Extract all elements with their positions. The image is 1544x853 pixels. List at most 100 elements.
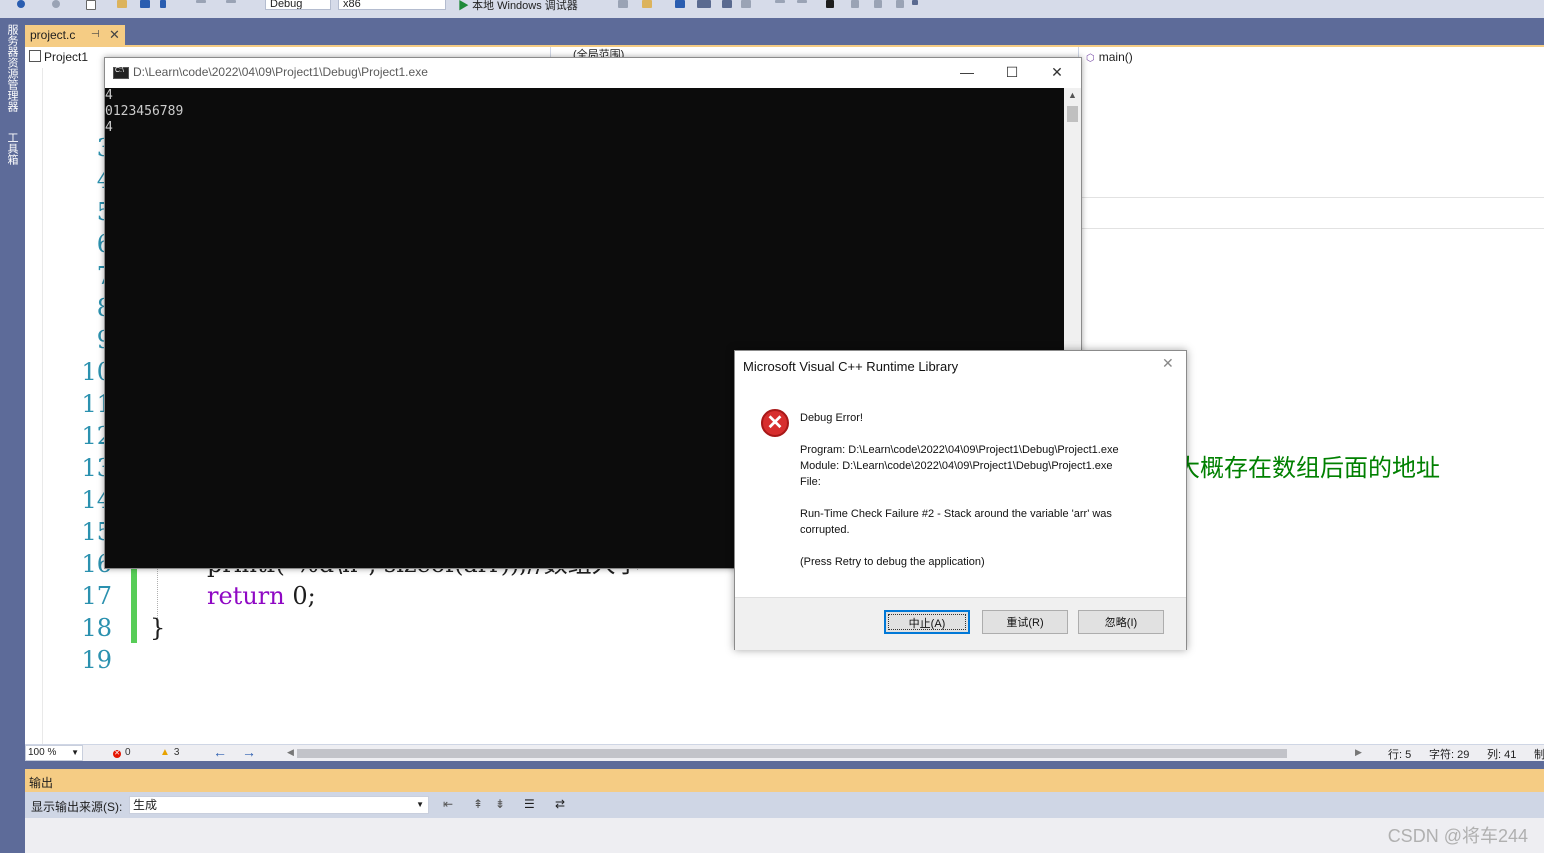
word-wrap-icon[interactable]: ⇄ [555, 797, 565, 811]
indent-icon[interactable] [797, 0, 807, 3]
maximize-icon[interactable]: ☐ [990, 61, 1034, 83]
panel-separator [25, 761, 1544, 769]
dialog-file: File: [800, 476, 821, 488]
output-source-select[interactable]: 生成 ▼ [129, 796, 429, 814]
previous-message-icon[interactable]: ⇞ [473, 797, 483, 811]
save-icon[interactable] [140, 0, 150, 8]
dialog-close-icon[interactable]: ✕ [1162, 355, 1174, 372]
code-comment-fragment: 大概存在数组后面的地址 [1176, 454, 1440, 482]
save-all-icon[interactable] [160, 0, 166, 8]
output-panel-header[interactable]: 输出 [25, 769, 1544, 792]
step-icon[interactable] [697, 0, 711, 8]
bookmark-next-icon[interactable] [874, 0, 882, 8]
chevron-down-icon: ▼ [416, 800, 424, 809]
next-message-icon[interactable]: ⇟ [495, 797, 505, 811]
config-value: Debug [270, 0, 303, 10]
status-tab-mode: 制 [1534, 749, 1544, 761]
back-icon[interactable] [17, 0, 25, 8]
document-tab-row [25, 18, 1544, 45]
warning-count[interactable]: ▲ 3 [160, 747, 179, 758]
change-marker [131, 561, 137, 643]
dialog-hint: (Press Retry to debug the application) [800, 556, 985, 568]
open-folder-icon[interactable] [117, 0, 127, 8]
server-explorer-tab[interactable]: 服务器资源管理器 [4, 24, 20, 112]
find-icon[interactable] [642, 0, 652, 8]
runtime-error-dialog[interactable]: Microsoft Visual C++ Runtime Library ✕ ✕… [734, 350, 1187, 650]
function-dropdown[interactable]: ⬡ main() [1086, 50, 1133, 64]
navigate-forward-icon[interactable]: → [242, 744, 256, 760]
scroll-thumb[interactable] [1067, 106, 1078, 122]
close-tab-icon[interactable]: ✕ [109, 27, 120, 43]
find-message-icon[interactable]: ⇤ [443, 797, 453, 811]
tab-project-c[interactable]: project.c ⊣ ✕ [25, 25, 125, 46]
scroll-up-icon[interactable]: ▲ [1068, 90, 1077, 100]
console-app-icon: C:\ [113, 67, 129, 79]
return-keyword: return [207, 582, 285, 610]
return-value: 0; [284, 582, 316, 610]
outdent-icon[interactable] [775, 0, 785, 3]
platform-select[interactable]: x86 [338, 0, 446, 10]
console-title-bar[interactable]: C:\ D:\Learn\code\2022\04\09\Project1\De… [105, 58, 1081, 87]
dialog-heading: Debug Error! [800, 412, 863, 424]
scroll-right-icon[interactable]: ▶ [1355, 747, 1362, 758]
status-char: 字符: 29 [1429, 749, 1470, 761]
ignore-button[interactable]: 忽略(I) [1078, 610, 1164, 634]
line-number: 18 [81, 614, 112, 642]
line-number: 17 [81, 582, 112, 610]
error-count[interactable]: ✕ 0 [113, 747, 131, 758]
bookmark-prev-icon[interactable] [851, 0, 859, 8]
run-label: 本地 Windows 调试器 [472, 0, 578, 12]
undo-icon[interactable] [196, 0, 206, 3]
focus-ring [888, 614, 966, 630]
code-line-18: } [150, 614, 166, 642]
output-source-label: 显示输出来源(S): [31, 800, 123, 814]
scroll-left-icon[interactable]: ◀ [287, 747, 294, 758]
tab-title: project.c [30, 28, 76, 42]
left-tool-strip: 服务器资源管理器 工具箱 [0, 18, 25, 853]
dialog-failure-line1: Run-Time Check Failure #2 - Stack around… [800, 508, 1112, 520]
uncomment-icon[interactable] [741, 0, 751, 8]
status-line: 行: 5 [1388, 749, 1412, 761]
retry-button[interactable]: 重试(R) [982, 610, 1068, 634]
error-count-value: 0 [125, 747, 131, 758]
horizontal-scrollbar-thumb[interactable] [297, 749, 1287, 758]
editor-guide-line [1080, 228, 1544, 229]
pin-icon[interactable]: ⊣ [91, 29, 100, 40]
error-icon: ✕ [761, 409, 789, 437]
platform-value: x86 [343, 0, 361, 10]
console-line: 0123456789 [105, 104, 184, 119]
project-icon [29, 50, 41, 62]
comment-icon[interactable] [722, 0, 732, 8]
warning-count-value: 3 [173, 747, 180, 758]
chevron-down-icon: ▼ [71, 748, 79, 757]
console-line: 4 [105, 88, 113, 103]
console-title: D:\Learn\code\2022\04\09\Project1\Debug\… [133, 65, 428, 79]
navigate-back-icon[interactable]: ← [213, 744, 227, 760]
minimize-icon[interactable]: — [945, 61, 989, 83]
code-line-17: return 0; [207, 580, 316, 612]
new-file-icon[interactable] [86, 0, 96, 10]
bookmark-icon[interactable] [826, 0, 834, 8]
dialog-button-bar: 中止(A) 重试(R) 忽略(I) [735, 597, 1186, 650]
run-debugger-button[interactable]: ▶ 本地 Windows 调试器 [458, 0, 578, 13]
output-title: 输出 [29, 776, 54, 790]
console-line: 4 [105, 120, 113, 135]
solution-config-select[interactable]: Debug [265, 0, 331, 10]
forward-icon[interactable] [52, 0, 60, 8]
retry-label: 重试(R) [1006, 617, 1044, 629]
main-toolbar: Debug x86 ▶ 本地 Windows 调试器 [0, 0, 1544, 18]
status-col: 列: 41 [1487, 749, 1517, 761]
attach-icon[interactable] [618, 0, 628, 8]
toolbox-tab[interactable]: 工具箱 [4, 132, 20, 165]
project-dropdown[interactable]: Project1 [29, 50, 88, 64]
abort-button[interactable]: 中止(A) [884, 610, 970, 634]
redo-icon[interactable] [226, 0, 236, 3]
output-text-area[interactable] [25, 818, 1544, 853]
hex-icon[interactable] [675, 0, 685, 8]
bookmark-folder-icon[interactable] [896, 0, 904, 8]
close-window-icon[interactable]: ✕ [1035, 61, 1079, 83]
zoom-select[interactable]: 100 % ▼ [25, 745, 83, 761]
toolbar-overflow-icon[interactable] [912, 0, 918, 5]
clear-all-icon[interactable]: ☰ [524, 797, 535, 811]
line-number: 19 [81, 646, 112, 674]
